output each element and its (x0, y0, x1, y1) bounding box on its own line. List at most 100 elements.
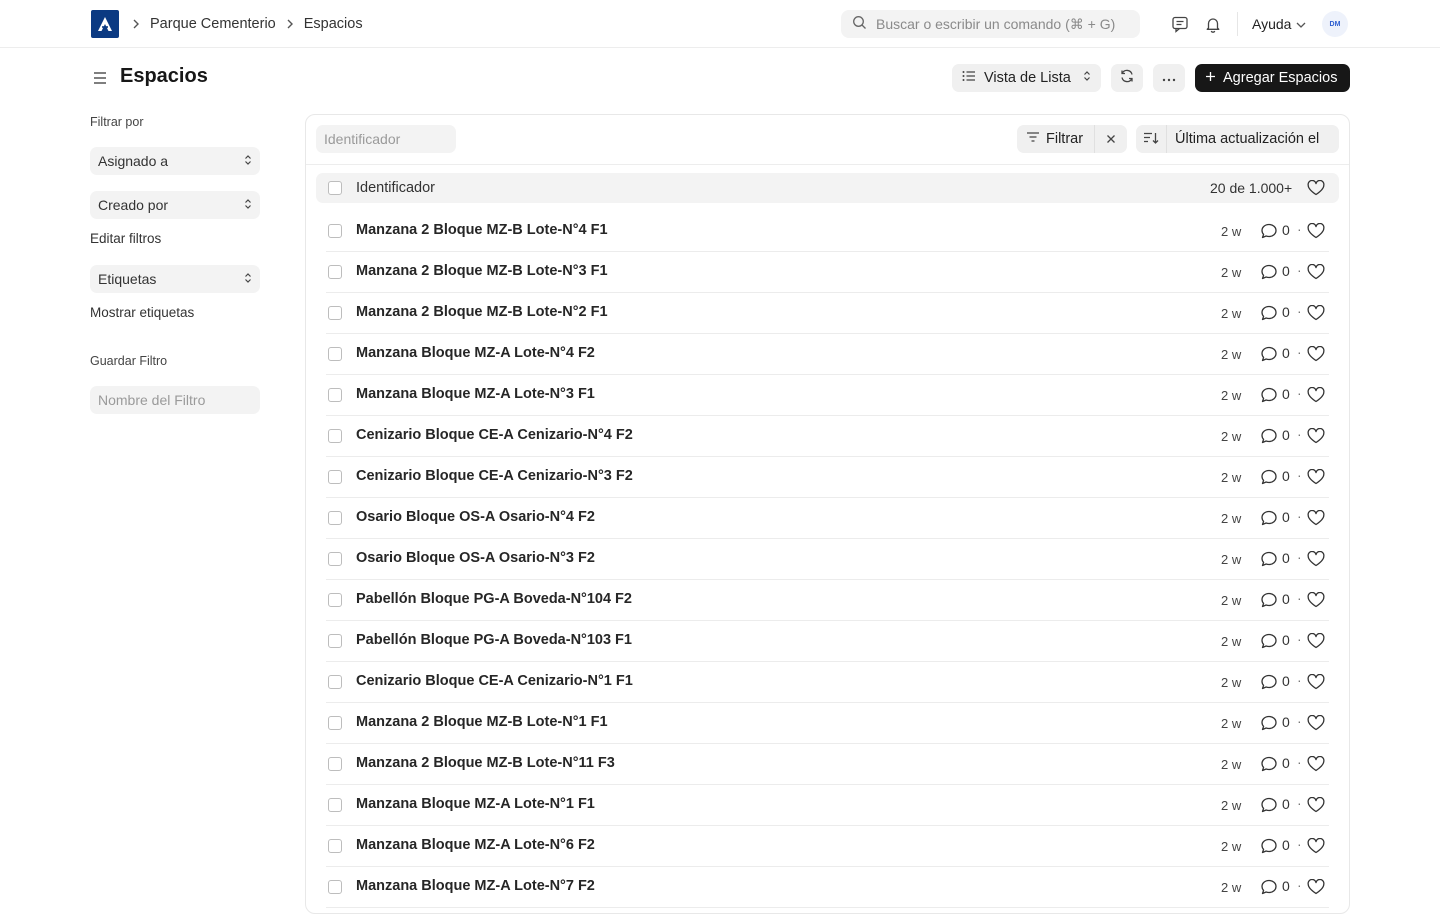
breadcrumb-item-app[interactable]: Parque Cementerio (150, 16, 276, 32)
row-checkbox[interactable] (328, 880, 342, 894)
edit-filters-link[interactable]: Editar filtros (90, 231, 161, 246)
tags-select[interactable]: Etiquetas (90, 265, 260, 293)
row-comment-count: 0 (1282, 386, 1290, 402)
row-title[interactable]: Cenizario Bloque CE-A Cenizario-N°1 F1 (356, 673, 633, 689)
sort-direction-button[interactable] (1136, 125, 1167, 153)
heart-icon[interactable] (1307, 386, 1325, 403)
row-title[interactable]: Manzana 2 Bloque MZ-B Lote-N°11 F3 (356, 755, 615, 771)
row-separator-dot: · (1297, 467, 1302, 483)
row-checkbox[interactable] (328, 347, 342, 361)
list-item[interactable]: Cenizario Bloque CE-A Cenizario-N°3 F2 2… (326, 457, 1329, 498)
row-title[interactable]: Manzana Bloque MZ-A Lote-N°3 F1 (356, 386, 595, 402)
list-item[interactable]: Manzana Bloque MZ-A Lote-N°6 F2 2 w 0 · (326, 826, 1329, 867)
heart-icon[interactable] (1307, 427, 1325, 444)
row-title[interactable]: Manzana 2 Bloque MZ-B Lote-N°2 F1 (356, 304, 608, 320)
row-checkbox[interactable] (328, 552, 342, 566)
identifier-filter-input[interactable] (316, 125, 456, 153)
heart-icon[interactable] (1307, 591, 1325, 608)
list-item[interactable]: Pabellón Bloque PG-A Boveda-N°104 F2 2 w… (326, 580, 1329, 621)
created-by-select[interactable]: Creado por (90, 191, 260, 219)
assigned-to-select[interactable]: Asignado a (90, 147, 260, 175)
row-comment-count: 0 (1282, 345, 1290, 361)
heart-icon[interactable] (1307, 673, 1325, 690)
hamburger-icon[interactable] (90, 68, 110, 88)
row-checkbox[interactable] (328, 757, 342, 771)
row-checkbox[interactable] (328, 798, 342, 812)
list-item[interactable]: Osario Bloque OS-A Osario-N°3 F2 2 w 0 · (326, 539, 1329, 580)
refresh-button[interactable] (1111, 64, 1143, 92)
list-item[interactable]: Manzana Bloque MZ-A Lote-N°4 F2 2 w 0 · (326, 334, 1329, 375)
row-title[interactable]: Cenizario Bloque CE-A Cenizario-N°4 F2 (356, 427, 633, 443)
row-title[interactable]: Manzana Bloque MZ-A Lote-N°7 F2 (356, 878, 595, 894)
row-checkbox[interactable] (328, 593, 342, 607)
row-title[interactable]: Manzana 2 Bloque MZ-B Lote-N°4 F1 (356, 222, 608, 238)
row-checkbox[interactable] (328, 388, 342, 402)
row-title[interactable]: Manzana Bloque MZ-A Lote-N°6 F2 (356, 837, 595, 853)
help-dropdown[interactable]: Ayuda (1252, 0, 1306, 48)
list-item[interactable]: Manzana 2 Bloque MZ-B Lote-N°2 F1 2 w 0 … (326, 293, 1329, 334)
app-logo-icon[interactable] (91, 10, 119, 38)
list-item[interactable]: Manzana Bloque MZ-A Lote-N°3 F1 2 w 0 · (326, 375, 1329, 416)
add-record-button[interactable]: Agregar Espacios (1195, 64, 1350, 92)
heart-icon[interactable] (1307, 755, 1325, 772)
row-title[interactable]: Pabellón Bloque PG-A Boveda-N°103 F1 (356, 632, 632, 648)
list-item[interactable]: Cenizario Bloque CE-A Cenizario-N°1 F1 2… (326, 662, 1329, 703)
comment-icon (1260, 673, 1278, 691)
row-title[interactable]: Manzana 2 Bloque MZ-B Lote-N°3 F1 (356, 263, 608, 279)
search-input[interactable] (876, 16, 1126, 32)
heart-icon[interactable] (1307, 796, 1325, 813)
list-item[interactable]: Manzana 2 Bloque MZ-B Lote-N°11 F3 2 w 0… (326, 744, 1329, 785)
avatar[interactable]: DM (1322, 11, 1348, 37)
list-item[interactable]: Manzana Bloque MZ-A Lote-N°1 F1 2 w 0 · (326, 785, 1329, 826)
row-checkbox[interactable] (328, 306, 342, 320)
row-checkbox[interactable] (328, 265, 342, 279)
row-checkbox[interactable] (328, 224, 342, 238)
row-checkbox[interactable] (328, 675, 342, 689)
row-title[interactable]: Manzana 2 Bloque MZ-B Lote-N°1 F1 (356, 714, 608, 730)
row-comment-count: 0 (1282, 796, 1290, 812)
row-checkbox[interactable] (328, 511, 342, 525)
select-all-checkbox[interactable] (328, 181, 342, 195)
filter-name-input[interactable] (90, 386, 260, 414)
list-item[interactable]: Pabellón Bloque PG-A Boveda-N°103 F1 2 w… (326, 621, 1329, 662)
filter-button[interactable]: Filtrar (1017, 125, 1095, 153)
list-item[interactable]: Manzana 2 Bloque MZ-B Lote-N°3 F1 2 w 0 … (326, 252, 1329, 293)
row-title[interactable]: Osario Bloque OS-A Osario-N°3 F2 (356, 550, 595, 566)
chat-icon[interactable] (1170, 14, 1190, 34)
list-item[interactable]: Cenizario Bloque CE-A Cenizario-N°4 F2 2… (326, 416, 1329, 457)
more-actions-button[interactable] (1153, 64, 1185, 92)
heart-icon[interactable] (1307, 345, 1325, 362)
heart-icon[interactable] (1307, 837, 1325, 854)
heart-icon[interactable] (1307, 714, 1325, 731)
row-checkbox[interactable] (328, 470, 342, 484)
heart-icon[interactable] (1307, 509, 1325, 526)
list-item[interactable]: Manzana 2 Bloque MZ-B Lote-N°4 F1 2 w 0 … (326, 211, 1329, 252)
list-item[interactable]: Manzana Bloque MZ-A Lote-N°7 F2 2 w 0 · (326, 867, 1329, 908)
row-checkbox[interactable] (328, 839, 342, 853)
breadcrumb-item-doctype[interactable]: Espacios (304, 16, 363, 32)
search-bar[interactable] (841, 10, 1140, 38)
heart-icon[interactable] (1307, 263, 1325, 280)
row-checkbox[interactable] (328, 429, 342, 443)
show-tags-link[interactable]: Mostrar etiquetas (90, 305, 194, 320)
heart-icon[interactable] (1307, 878, 1325, 895)
view-switcher-button[interactable]: Vista de Lista (952, 64, 1101, 92)
heart-icon[interactable] (1307, 632, 1325, 649)
list-item[interactable]: Manzana 2 Bloque MZ-B Lote-N°1 F1 2 w 0 … (326, 703, 1329, 744)
row-title[interactable]: Cenizario Bloque CE-A Cenizario-N°3 F2 (356, 468, 633, 484)
heart-icon[interactable] (1307, 304, 1325, 321)
row-title[interactable]: Manzana Bloque MZ-A Lote-N°1 F1 (356, 796, 595, 812)
row-title[interactable]: Pabellón Bloque PG-A Boveda-N°104 F2 (356, 591, 632, 607)
sort-field-button[interactable]: Última actualización el (1167, 131, 1319, 147)
bell-icon[interactable] (1203, 14, 1223, 34)
row-title[interactable]: Manzana Bloque MZ-A Lote-N°4 F2 (356, 345, 595, 361)
heart-icon[interactable] (1307, 222, 1325, 239)
heart-icon[interactable] (1307, 468, 1325, 485)
clear-filter-button[interactable] (1095, 125, 1126, 153)
row-checkbox[interactable] (328, 716, 342, 730)
heart-icon[interactable] (1307, 550, 1325, 567)
row-title[interactable]: Osario Bloque OS-A Osario-N°4 F2 (356, 509, 595, 525)
row-checkbox[interactable] (328, 634, 342, 648)
list-item[interactable]: Osario Bloque OS-A Osario-N°4 F2 2 w 0 · (326, 498, 1329, 539)
heart-icon[interactable] (1307, 179, 1325, 196)
